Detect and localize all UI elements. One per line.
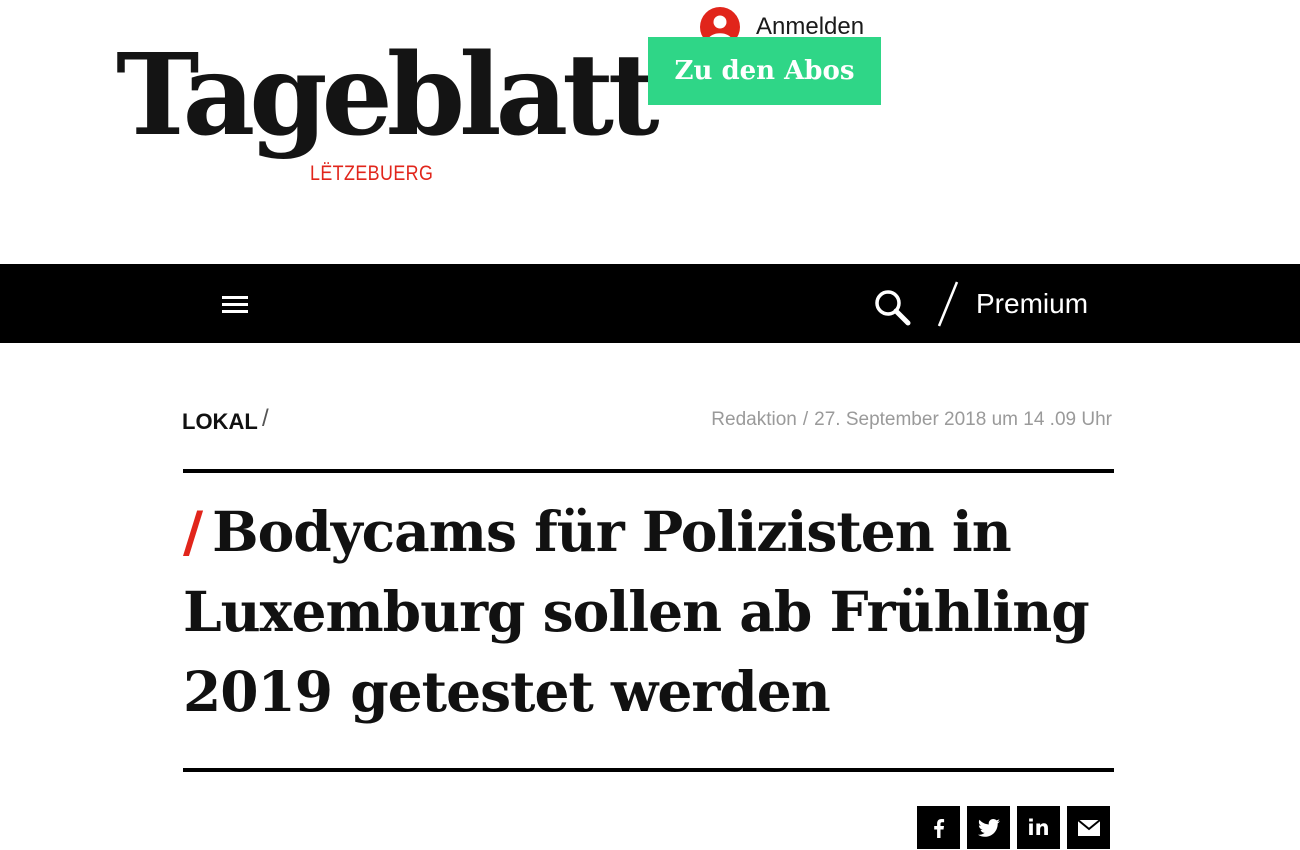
headline-top-rule xyxy=(183,469,1114,473)
article-headline: / Bodycams für Polizisten in Luxemburg so… xyxy=(183,492,1114,732)
article-category[interactable]: LOKAL xyxy=(182,409,258,435)
linkedin-icon: in xyxy=(1027,815,1050,840)
headline-slash-marker: / xyxy=(183,499,203,564)
nav-divider-slash xyxy=(937,281,959,327)
premium-link[interactable]: Premium xyxy=(976,288,1088,320)
magnifier-icon[interactable] xyxy=(872,287,914,329)
category-separator: / xyxy=(262,405,269,432)
hamburger-menu-icon[interactable] xyxy=(218,292,250,318)
main-navigation-bar xyxy=(0,264,1300,343)
site-logo[interactable]: Tageblatt xyxy=(116,40,660,152)
headline-bottom-rule xyxy=(183,768,1114,772)
site-logo-subtitle: LËTZEBUERG xyxy=(310,162,434,185)
share-bar: in xyxy=(917,806,1110,849)
share-facebook-button[interactable] xyxy=(917,806,960,849)
subscriptions-button[interactable]: Zu den Abos xyxy=(648,37,881,105)
facebook-icon xyxy=(933,818,944,838)
share-email-button[interactable] xyxy=(1067,806,1110,849)
article-date: 27. September 2018 um 14 .09 Uhr xyxy=(814,409,1112,430)
article-meta: Redaktion/27. September 2018 um 14 .09 U… xyxy=(711,409,1112,431)
headline-text: Bodycams für Polizisten in Luxemburg sol… xyxy=(183,499,1090,724)
meta-separator: / xyxy=(802,409,809,430)
share-twitter-button[interactable] xyxy=(967,806,1010,849)
email-icon xyxy=(1076,818,1101,836)
article-author: Redaktion xyxy=(711,409,797,430)
share-linkedin-button[interactable]: in xyxy=(1017,806,1060,849)
twitter-icon xyxy=(977,818,1000,837)
